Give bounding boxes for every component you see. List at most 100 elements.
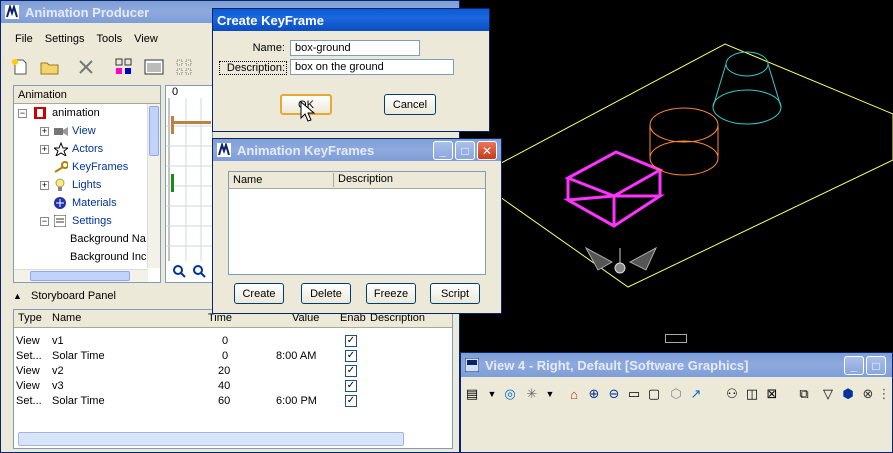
ground-plane xyxy=(472,43,893,288)
menu-view[interactable]: View xyxy=(134,33,158,51)
cell-name: v3 xyxy=(52,380,64,392)
menu-file[interactable]: File xyxy=(15,33,33,51)
collapse-icon[interactable]: − xyxy=(18,109,27,118)
expand-icon[interactable]: + xyxy=(40,181,49,190)
col-description[interactable]: Description xyxy=(333,173,393,187)
zoom-in-icon[interactable]: ⊕ xyxy=(585,385,603,403)
delete-x-icon[interactable] xyxy=(75,56,97,78)
tree-item-background-inc[interactable]: Background Inc xyxy=(70,248,146,266)
animation-keyframes-title: Animation KeyFrames xyxy=(237,142,375,158)
script-button[interactable]: Script xyxy=(430,283,480,304)
more-tools-icon[interactable]: ⋮ xyxy=(875,385,893,403)
tree-horizontal-scrollbar[interactable] xyxy=(14,269,148,282)
cancel-button[interactable]: Cancel xyxy=(384,94,436,115)
open-folder-icon[interactable] xyxy=(39,56,61,78)
create-button[interactable]: Create xyxy=(234,283,284,304)
close-icon[interactable]: ✕ xyxy=(477,141,497,160)
table-row[interactable]: Set... Solar Time 0 8:00 AM ✓ xyxy=(14,349,444,364)
view-next-icon[interactable]: ⊠ xyxy=(763,385,781,403)
enabled-checkbox[interactable]: ✓ xyxy=(345,365,357,377)
select-elements-icon[interactable] xyxy=(113,56,135,78)
new-file-icon[interactable] xyxy=(9,56,31,78)
tree-vertical-scrollbar[interactable] xyxy=(147,104,160,268)
zoom-out-icon[interactable] xyxy=(192,264,206,278)
collapse-icon[interactable]: − xyxy=(40,217,49,226)
zoom-out-icon[interactable]: ⊖ xyxy=(605,385,623,403)
grid-dots-icon[interactable] xyxy=(173,56,195,78)
cell-name: v1 xyxy=(52,335,64,347)
rotate-handle-icon[interactable] xyxy=(584,246,658,274)
cell-type: View xyxy=(16,335,40,347)
table-row[interactable]: Set... Solar Time 60 6:00 PM ✓ xyxy=(14,394,444,409)
clip-volume-icon[interactable]: ▽ xyxy=(819,385,837,403)
freeze-button[interactable]: Freeze xyxy=(366,283,416,304)
name-field[interactable] xyxy=(290,40,420,56)
menu-tools[interactable]: Tools xyxy=(96,33,122,51)
create-keyframe-titlebar[interactable]: Create KeyFrame xyxy=(213,9,489,31)
maximize-icon[interactable]: □ xyxy=(866,356,886,375)
copy-view-icon[interactable]: ⧉ xyxy=(795,385,813,403)
menu-bar: File Settings Tools View xyxy=(1,33,170,51)
update-view-icon[interactable]: ⌂ xyxy=(565,385,583,403)
delete-button[interactable]: Delete xyxy=(301,283,351,304)
table-row[interactable]: View v1 0 ✓ xyxy=(14,334,444,349)
maximize-icon[interactable]: □ xyxy=(455,141,475,160)
description-field[interactable] xyxy=(290,59,454,75)
dropdown-arrow-icon[interactable]: ▼ xyxy=(541,385,559,403)
create-keyframe-dialog: Create KeyFrame Name: Description: OK Ca… xyxy=(212,8,490,132)
cell-value: 6:00 PM xyxy=(276,395,317,407)
walk-icon[interactable]: ⚇ xyxy=(723,385,741,403)
cancel-label: Cancel xyxy=(392,98,428,111)
animation-keyframes-titlebar[interactable]: Animation KeyFrames _ □ ✕ xyxy=(213,139,501,161)
viewport-scroll-thumb[interactable] xyxy=(665,334,687,343)
pan-view-icon[interactable]: ↗ xyxy=(687,385,705,403)
storyboard-title: Storyboard Panel xyxy=(30,290,116,302)
script-label: Script xyxy=(440,287,470,300)
viewport-horizontal-scrollbar[interactable] xyxy=(460,330,893,347)
table-row[interactable]: View v2 20 ✓ xyxy=(14,364,444,379)
freeze-label: Freeze xyxy=(373,287,409,300)
table-row[interactable]: View v3 40 ✓ xyxy=(14,379,444,394)
expand-icon[interactable]: + xyxy=(40,127,49,136)
minimize-icon[interactable]: _ xyxy=(433,141,453,160)
fit-view-icon[interactable]: ▢ xyxy=(645,385,663,403)
enabled-checkbox[interactable]: ✓ xyxy=(345,395,357,407)
view-previous-icon[interactable]: ◫ xyxy=(743,385,761,403)
menu-settings[interactable]: Settings xyxy=(45,33,85,51)
cell-time: 0 xyxy=(222,335,229,347)
window-icon[interactable] xyxy=(143,56,165,78)
keyframes-list[interactable]: Name Description xyxy=(228,171,486,275)
display-style-icon[interactable]: ◎ xyxy=(501,385,519,403)
lighting-icon[interactable]: ✳ xyxy=(523,385,541,403)
col-type[interactable]: Type xyxy=(18,312,42,324)
cylinder-wireframe xyxy=(649,107,719,176)
enabled-checkbox[interactable]: ✓ xyxy=(345,380,357,392)
tree-hscroll-thumb[interactable] xyxy=(30,271,130,281)
dropdown-arrow-icon[interactable]: ▼ xyxy=(483,385,501,403)
col-name[interactable]: Name xyxy=(52,312,81,324)
enabled-checkbox[interactable]: ✓ xyxy=(345,335,357,347)
minimize-icon[interactable]: _ xyxy=(844,356,864,375)
tree-scroll-thumb[interactable] xyxy=(149,106,159,156)
view-attributes-icon[interactable]: ▤ xyxy=(463,385,481,403)
key-icon xyxy=(54,161,68,173)
col-name[interactable]: Name xyxy=(233,174,262,186)
tree-item-label: Actors xyxy=(72,143,104,155)
storyboard-horizontal-scrollbar[interactable] xyxy=(18,432,404,446)
tree-item-background-name[interactable]: Background Na xyxy=(70,230,146,248)
expand-icon[interactable]: + xyxy=(40,145,49,154)
rotate-view-icon[interactable]: ⬡ xyxy=(667,385,685,403)
collapse-triangle-icon[interactable]: ▲ xyxy=(13,291,22,301)
enabled-checkbox[interactable]: ✓ xyxy=(345,350,357,362)
timeline-panel[interactable]: 0 xyxy=(165,85,213,283)
cell-time: 20 xyxy=(218,365,231,377)
camera-icon[interactable]: ⬢ xyxy=(839,385,857,403)
view4-title: View 4 - Right, Default [Software Graphi… xyxy=(485,357,749,373)
cell-time: 60 xyxy=(218,395,231,407)
tree-item-label: Background Na xyxy=(70,233,146,245)
window-area-icon[interactable]: ▭ xyxy=(625,385,643,403)
zoom-in-icon[interactable] xyxy=(172,264,186,278)
view4-titlebar[interactable]: View 4 - Right, Default [Software Graphi… xyxy=(461,353,892,377)
cell-time: 0 xyxy=(222,350,229,362)
storyboard-table: Type Name Time Value Enab Description Vi… xyxy=(13,309,453,449)
